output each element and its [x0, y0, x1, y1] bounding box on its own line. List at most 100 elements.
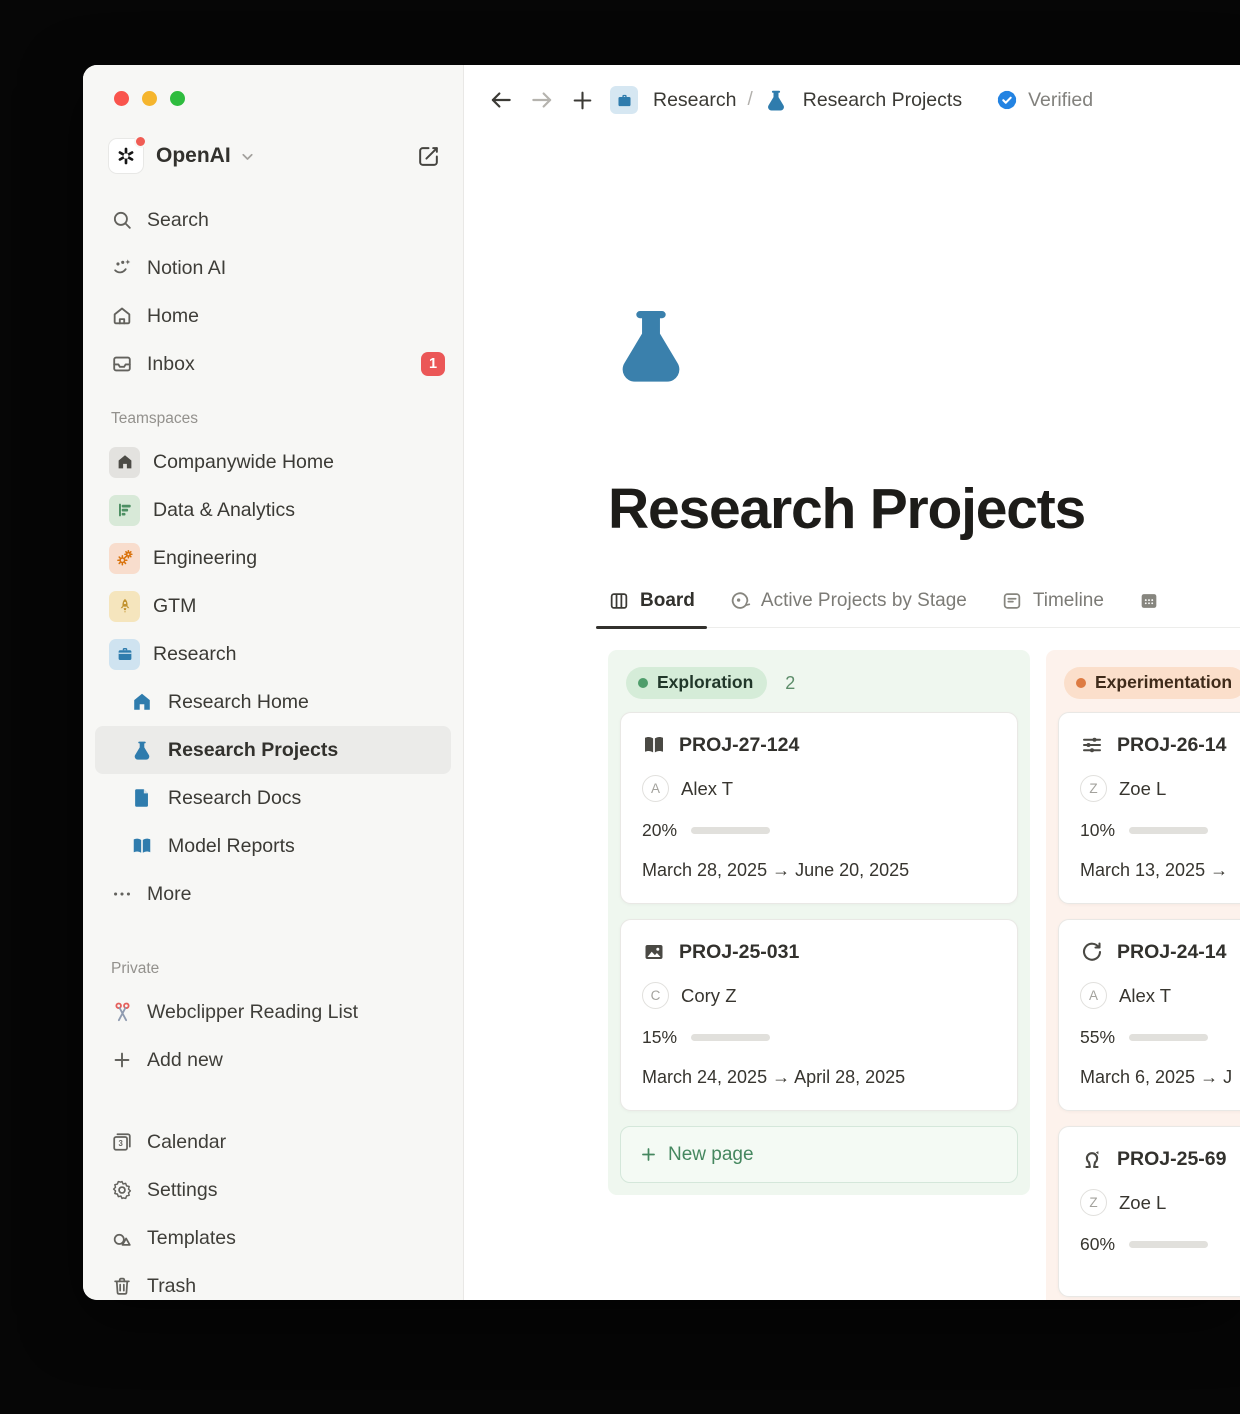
teamspaces-section-label: Teamspaces [83, 408, 463, 430]
topbar: Research / Research Projects Verified [464, 65, 1240, 135]
calendar-icon: 3 [110, 1131, 134, 1153]
sidebar-item-model-reports[interactable]: Model Reports [95, 822, 451, 870]
column-status-pill[interactable]: Exploration [626, 667, 767, 699]
progress-bar [691, 827, 770, 834]
open-book-icon [129, 835, 155, 857]
sidebar-item-label: Settings [147, 1179, 217, 1202]
back-arrow-icon[interactable] [488, 87, 514, 113]
assignee-name: Alex T [1119, 985, 1171, 1007]
sidebar-item-label: Trash [147, 1275, 196, 1298]
sidebar-item-research[interactable]: Research [83, 630, 463, 678]
tab-label: Timeline [1033, 590, 1104, 612]
board-card[interactable]: PROJ-27-124 A Alex T 20% March 28, 2025 … [620, 712, 1018, 904]
forward-arrow-icon[interactable] [529, 87, 555, 113]
tab-timeline[interactable]: Timeline [1001, 590, 1104, 627]
sidebar-item-calendar[interactable]: 3 Calendar [83, 1118, 463, 1166]
card-title: PROJ-24-14 [1117, 941, 1226, 964]
board-view-icon [608, 590, 630, 612]
research-teamspace-icon[interactable] [610, 86, 638, 114]
zoom-window-button[interactable] [170, 91, 185, 106]
view-tabs: Board Active Projects by Stage [608, 576, 1240, 628]
avatar: A [642, 775, 669, 802]
sidebar-item-research-projects[interactable]: Research Projects [95, 726, 451, 774]
teamspace-label: GTM [153, 595, 196, 618]
private-section-label: Private [83, 958, 463, 980]
progress-percent: 10% [1080, 820, 1115, 841]
sidebar-item-data-analytics[interactable]: Data & Analytics [83, 486, 463, 534]
notion-ai-icon [110, 257, 134, 279]
breadcrumb-team[interactable]: Research [653, 89, 736, 112]
bar-chart-icon [109, 495, 140, 526]
sidebar-item-add-new[interactable]: Add new [83, 1036, 463, 1084]
tab-label: Board [640, 590, 695, 612]
progress-bar [1129, 1034, 1208, 1041]
keyhole-icon [1080, 1147, 1104, 1171]
sliders-icon [1080, 733, 1104, 757]
tab-board[interactable]: Board [608, 590, 695, 627]
sidebar-item-home[interactable]: Home [83, 292, 463, 340]
close-window-button[interactable] [114, 91, 129, 106]
sidebar-item-label: Research Projects [168, 739, 338, 762]
kanban-board: Exploration 2 PROJ-27-124 [608, 650, 1240, 1300]
sidebar-item-label: Research Home [168, 691, 309, 714]
breadcrumb-separator: / [747, 89, 752, 111]
board-card[interactable]: PROJ-25-031 C Cory Z 15% March 24, 2025 … [620, 919, 1018, 1111]
sidebar-item-label: Search [147, 209, 209, 232]
sidebar-item-label: Add new [147, 1049, 223, 1072]
sidebar-item-webclipper-reading-list[interactable]: Webclipper Reading List [83, 988, 463, 1036]
sidebar-item-label: Templates [147, 1227, 236, 1250]
tab-calendar-view[interactable] [1138, 590, 1160, 627]
sidebar-item-more[interactable]: More [83, 870, 463, 918]
column-name: Exploration [657, 672, 753, 693]
board-card[interactable]: PROJ-25-69 Z Zoe L 60% [1058, 1126, 1240, 1297]
sidebar-item-notion-ai[interactable]: Notion AI [83, 244, 463, 292]
document-icon [129, 787, 155, 809]
svg-text:3: 3 [118, 1139, 123, 1148]
sidebar-item-research-docs[interactable]: Research Docs [95, 774, 451, 822]
compose-icon[interactable] [416, 144, 441, 169]
sidebar-item-engineering[interactable]: Engineering [83, 534, 463, 582]
sidebar-item-inbox[interactable]: Inbox 1 [83, 340, 463, 388]
board-card[interactable]: PROJ-24-14 A Alex T 55% March 6, 2025 → … [1058, 919, 1240, 1111]
status-dot [1076, 678, 1086, 688]
tab-active-projects-by-stage[interactable]: Active Projects by Stage [729, 590, 967, 627]
column-name: Experimentation [1095, 672, 1232, 693]
sidebar: OpenAI Search [83, 65, 464, 1300]
card-title: PROJ-26-14 [1117, 734, 1226, 757]
sidebar-item-settings[interactable]: Settings [83, 1166, 463, 1214]
plus-icon[interactable] [570, 88, 595, 113]
breadcrumb-page[interactable]: Research Projects [803, 89, 962, 112]
image-icon [642, 940, 666, 964]
new-page-label: New page [668, 1144, 754, 1166]
card-date-range: March 24, 2025 → April 28, 2025 [642, 1067, 996, 1088]
openai-logo [109, 139, 143, 173]
flask-icon [129, 739, 155, 761]
board-card[interactable]: PROJ-26-14 Z Zoe L 10% March 13, 2025 → [1058, 712, 1240, 904]
teamspace-label: Engineering [153, 547, 257, 570]
minimize-window-button[interactable] [142, 91, 157, 106]
notion-window: OpenAI Search [83, 65, 1240, 1300]
tab-label: Active Projects by Stage [761, 590, 967, 612]
progress-percent: 20% [642, 820, 677, 841]
open-book-icon [642, 733, 666, 757]
assignee-name: Cory Z [681, 985, 737, 1007]
sidebar-item-gtm[interactable]: GTM [83, 582, 463, 630]
sidebar-item-label: Research Docs [168, 787, 301, 810]
card-date-range: March 13, 2025 → [1080, 860, 1240, 881]
column-status-pill[interactable]: Experimentation [1064, 667, 1240, 699]
page-flask-icon[interactable] [608, 301, 1240, 392]
home-icon [110, 305, 134, 327]
card-title: PROJ-25-69 [1117, 1148, 1226, 1171]
sidebar-item-research-home[interactable]: Research Home [95, 678, 451, 726]
page-title: Research Projects [608, 476, 1240, 542]
workspace-switcher[interactable]: OpenAI [83, 134, 463, 178]
sidebar-item-search[interactable]: Search [83, 196, 463, 244]
gear-icon [110, 1179, 134, 1201]
verified-badge: Verified [995, 88, 1093, 112]
new-page-button[interactable]: New page [620, 1126, 1018, 1183]
sidebar-item-companywide-home[interactable]: Companywide Home [83, 438, 463, 486]
sidebar-item-templates[interactable]: Templates [83, 1214, 463, 1262]
sidebar-item-trash[interactable]: Trash [83, 1262, 463, 1300]
board-column-experimentation: Experimentation PROJ-26 [1046, 650, 1240, 1300]
search-icon [110, 209, 134, 231]
